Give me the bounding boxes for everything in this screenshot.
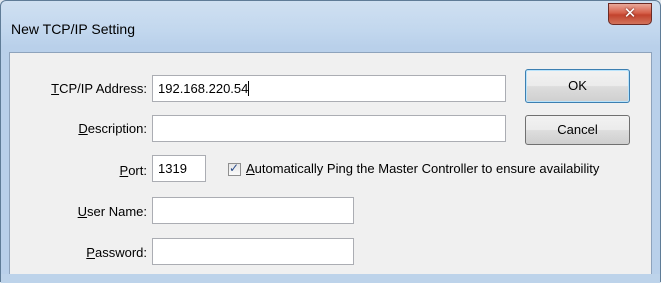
check-icon: ✓ (229, 161, 240, 175)
cancel-button[interactable]: Cancel (525, 115, 630, 145)
user-name-label: User Name: (77, 204, 147, 219)
password-label: Password: (86, 245, 147, 260)
window-title: New TCP/IP Setting (11, 21, 135, 37)
ping-checkbox[interactable]: ✓ (228, 161, 241, 176)
user-name-input[interactable] (152, 197, 354, 224)
close-icon: ✕ (623, 4, 637, 23)
port-label: Port: (119, 163, 147, 178)
dialog-window: New TCP/IP Setting ✕ TCP/IP Address: 192… (0, 0, 661, 283)
tcpip-address-label: TCP/IP Address: (51, 81, 147, 96)
tcpip-address-input[interactable]: 192.168.220.54 (152, 75, 506, 102)
description-input[interactable] (152, 115, 506, 142)
dialog-content: TCP/IP Address: 192.168.220.54 Descripti… (9, 52, 652, 275)
port-input[interactable]: 1319 (152, 155, 206, 182)
description-label: Description: (78, 121, 147, 136)
title-bar[interactable]: New TCP/IP Setting ✕ (1, 1, 660, 53)
ok-button[interactable]: OK (525, 69, 630, 103)
password-input[interactable] (152, 238, 354, 265)
close-button[interactable]: ✕ (608, 3, 652, 25)
ping-checkbox-label[interactable]: Automatically Ping the Master Controller… (246, 161, 599, 176)
text-caret (248, 81, 250, 96)
